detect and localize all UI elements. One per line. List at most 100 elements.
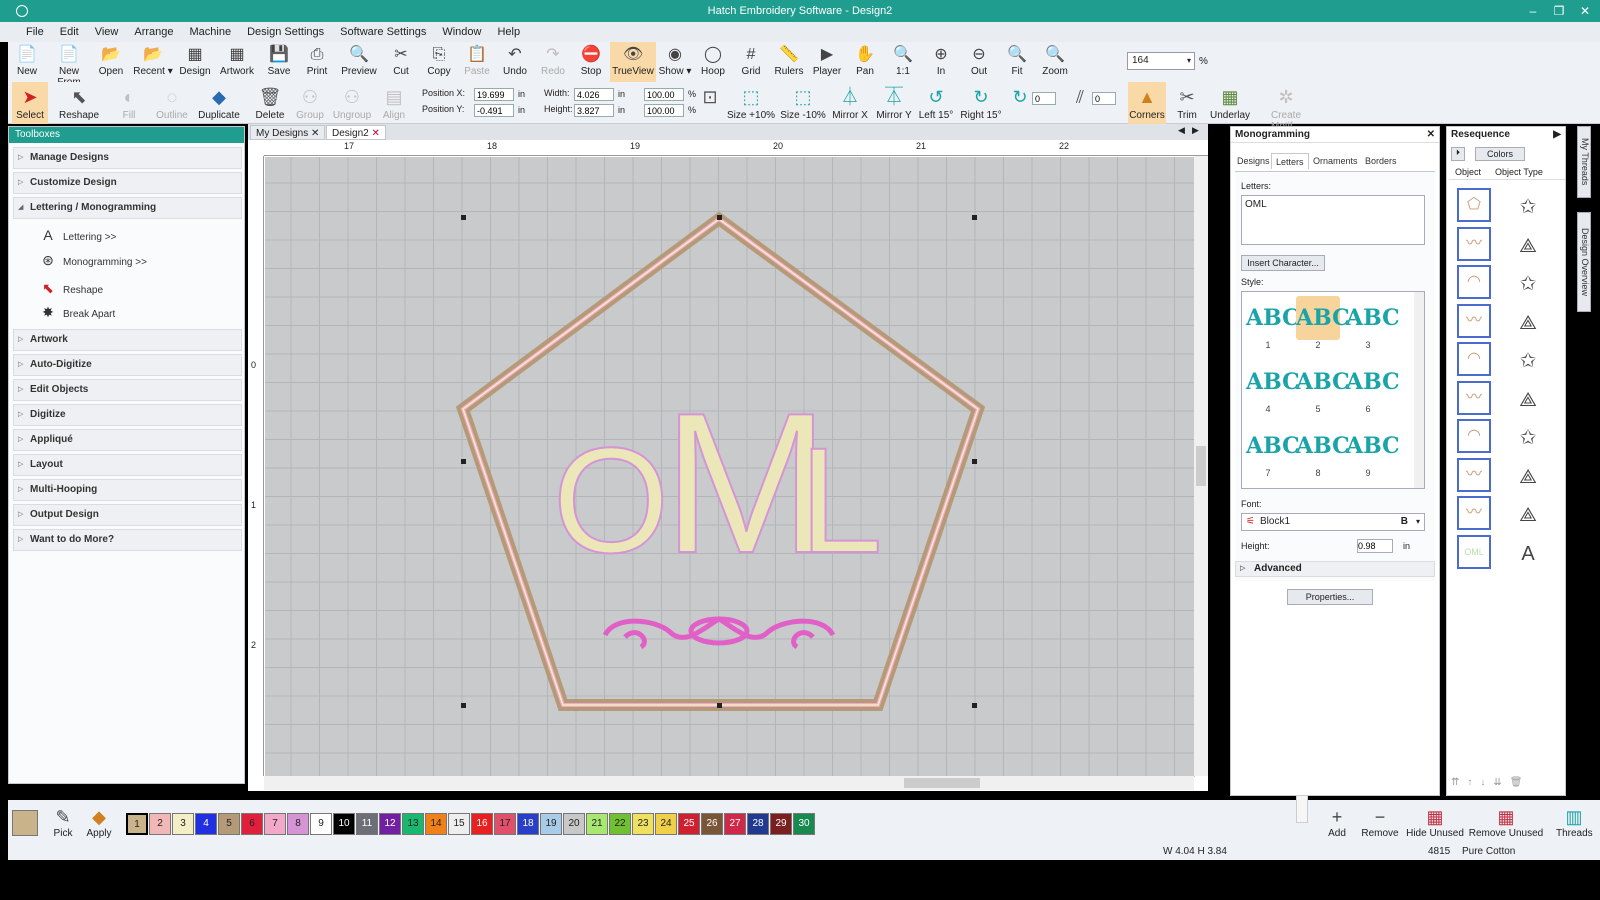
thread-swatch[interactable]: 23 [632,813,654,835]
thread-swatch[interactable]: 9 [310,813,332,835]
resequence-row[interactable]: 〰 ⟁ [1457,380,1563,419]
align-button[interactable]: ▤ Align [378,82,410,124]
redo-button[interactable]: ↷ Redo [534,42,572,82]
scroll-thumb[interactable] [1196,446,1206,486]
duplicate-button[interactable]: ◆ Duplicate [194,82,244,124]
menu-design-settings[interactable]: Design Settings [239,22,332,42]
tab-scroll-left-icon[interactable]: ◀ [1178,125,1185,136]
toolbox-edit-objects[interactable]: Edit Objects [13,379,242,401]
menu-arrange[interactable]: Arrange [126,22,181,42]
remove-button[interactable]: − Remove [1360,806,1400,839]
grid-button[interactable]: # Grid [732,42,770,82]
position-y-input[interactable] [474,104,514,117]
show-button[interactable]: ◉ Show ▾ [656,42,694,82]
bold-icon[interactable]: B [1401,514,1408,530]
tab-designs[interactable]: Designs [1233,153,1274,169]
rotate-angle-input[interactable] [1032,92,1056,105]
embroidery-canvas[interactable]: O M L [265,157,1195,777]
thread-swatch[interactable]: 26 [701,813,723,835]
scale-width-input[interactable] [644,88,684,101]
artwork-button[interactable]: ▦ Artwork [214,42,260,82]
tab-design2[interactable]: Design2 ✕ [326,125,386,140]
menu-software-settings[interactable]: Software Settings [332,22,434,42]
design-overview-tab[interactable]: Design Overview [1577,212,1591,312]
width-input[interactable] [574,88,614,101]
toolbox-customize-design[interactable]: Customize Design [13,172,242,194]
thread-swatch[interactable]: 1 [126,813,148,835]
fill-button[interactable]: ◐ Fill [114,82,144,124]
outline-button[interactable]: ◌ Outline [152,82,192,124]
height-input[interactable] [574,104,614,117]
thread-swatch[interactable]: 17 [494,813,516,835]
select-button[interactable]: ➤ Select [12,82,48,124]
slant-angle-input[interactable] [1092,92,1116,105]
close-button[interactable]: ✕ [1574,0,1596,22]
toolbox-want-more[interactable]: Want to do More? [13,529,242,551]
object-thumbnail[interactable]: 〰 [1457,380,1491,415]
thread-swatch[interactable]: 28 [747,813,769,835]
thread-swatch[interactable]: 20 [563,813,585,835]
tab-borders[interactable]: Borders [1361,153,1401,169]
rulers-button[interactable]: 📏 Rulers [770,42,808,82]
style-option-3[interactable]: ABC 3 [1346,296,1400,352]
style-option-2[interactable]: ABC 2 [1296,296,1350,352]
advanced-section[interactable]: ▷ Advanced [1235,561,1435,577]
object-thumbnail[interactable]: ⬠ [1457,188,1491,222]
height-input[interactable] [1357,539,1393,553]
thread-swatch[interactable]: 12 [379,813,401,835]
resequence-row[interactable]: 〰 ⟁ [1457,496,1563,534]
object-thumbnail[interactable]: OML [1457,534,1491,569]
size-down-button[interactable]: ⬚ Size -10% [780,82,826,124]
monogram-letter-o[interactable]: O [552,415,671,585]
close-icon[interactable]: ✕ [371,128,379,139]
tab-letters[interactable]: Letters [1271,153,1309,169]
new-button[interactable]: 📄 New [8,42,46,82]
resequence-row[interactable]: 〰 ⟁ [1457,226,1563,265]
horizontal-scrollbar[interactable] [264,776,1194,790]
resequence-row[interactable]: ⬠ ✩ [1457,188,1563,226]
remove-unused-button[interactable]: ▦ Remove Unused [1468,806,1544,839]
break-apart-item[interactable]: ✸ Break Apart [39,304,115,323]
fit-button[interactable]: 🔍 Fit [998,42,1036,82]
hide-unused-button[interactable]: ▦ Hide Unused [1404,806,1466,839]
menu-file[interactable]: File [18,22,52,42]
tab-ornaments[interactable]: Ornaments [1309,153,1362,169]
thread-swatch[interactable]: 15 [448,813,470,835]
thread-swatch[interactable]: 2 [149,813,171,835]
delete-button[interactable]: 🗑 Delete [252,82,288,124]
toolbox-manage-designs[interactable]: Manage Designs [13,147,242,169]
resequence-row[interactable]: ◠ ✩ [1457,265,1563,303]
proportional-lock-button[interactable]: ⊡ [700,82,720,124]
create-motif-button[interactable]: ✲Create Motif... [1256,82,1316,132]
close-icon[interactable]: ✕ [1427,127,1435,143]
resequence-nav-icons[interactable]: ⇈↑↓⇊🗑 [1451,777,1561,791]
player-button[interactable]: ▶ Player [808,42,846,82]
letters-input[interactable]: OML [1241,195,1425,245]
toolbox-multi-hooping[interactable]: Multi-Hooping [13,479,242,501]
thread-swatch[interactable]: 7 [264,813,286,835]
palette-scroll[interactable] [1296,795,1308,823]
apply-button[interactable]: ◆ Apply [82,806,116,839]
colors-tab[interactable]: Colors [1475,147,1525,161]
monogram-letter-l[interactable]: L [798,415,883,585]
thread-swatch[interactable]: 14 [425,813,447,835]
object-thumbnail[interactable]: 〰 [1457,303,1491,338]
style-option-5[interactable]: ABC 5 [1296,360,1350,416]
reshape-item[interactable]: ⬉ Reshape [39,280,103,299]
vertical-scrollbar[interactable] [1194,156,1208,776]
thread-swatch[interactable]: 6 [241,813,263,835]
thread-swatch[interactable]: 30 [793,813,815,835]
resequence-row[interactable]: 〰 ⟁ [1457,457,1563,496]
resequence-row[interactable]: 〰 ⟁ [1457,303,1563,342]
thread-swatch[interactable]: 29 [770,813,792,835]
design-button[interactable]: ▦ Design [176,42,214,82]
toolbox-layout[interactable]: Layout [13,454,242,476]
current-color-swatch[interactable] [12,810,38,836]
restore-button[interactable]: ❐ [1548,0,1570,22]
tab-scroll-right-icon[interactable]: ▶ [1192,125,1199,136]
reshape-button[interactable]: ⬉ Reshape [58,82,100,124]
properties-button[interactable]: Properties... [1287,589,1373,605]
tab-my-designs[interactable]: My Designs ✕ [250,125,326,140]
open-button[interactable]: 📂 Open [92,42,130,82]
underlay-button[interactable]: ▦ Underlay [1208,82,1252,124]
